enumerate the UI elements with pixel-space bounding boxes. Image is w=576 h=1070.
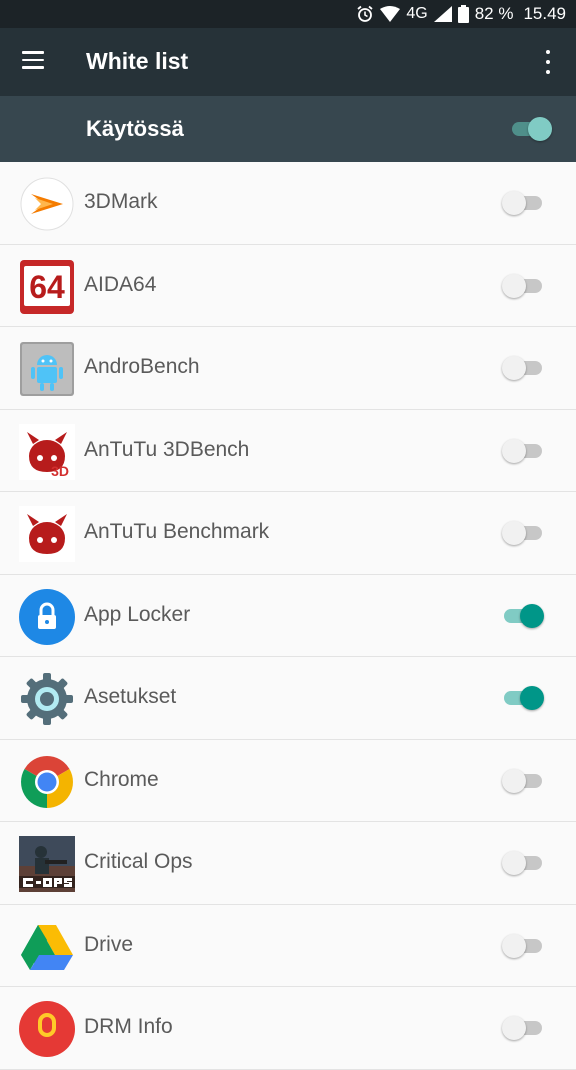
- list-item[interactable]: AndroBench: [0, 327, 576, 410]
- app-toggle-switch[interactable]: [502, 685, 546, 711]
- list-item[interactable]: 3D AnTuTu 3DBench: [0, 410, 576, 492]
- page-title: White list: [86, 48, 189, 74]
- app-toggle-switch[interactable]: [502, 933, 546, 959]
- aida64-icon: 64: [19, 259, 75, 315]
- app-bar: White list: [0, 28, 576, 96]
- antutu-benchmark-icon: [19, 506, 75, 562]
- svg-text:64: 64: [29, 269, 65, 305]
- app-toggle-switch[interactable]: [502, 850, 546, 876]
- app-toggle-switch[interactable]: [502, 603, 546, 629]
- master-toggle-label: Käytössä: [86, 116, 184, 141]
- battery-percent: 82 %: [474, 4, 514, 23]
- list-item[interactable]: Chrome: [0, 740, 576, 822]
- app-name: App Locker: [84, 602, 191, 626]
- master-toggle-bar[interactable]: Käytössä: [0, 96, 576, 162]
- battery-icon: [457, 5, 469, 23]
- list-item[interactable]: App Locker: [0, 575, 576, 657]
- chrome-icon: [19, 754, 75, 810]
- more-options-icon[interactable]: [538, 50, 558, 74]
- app-name: Asetukset: [84, 685, 177, 708]
- 3dmark-icon: [19, 176, 75, 232]
- app-name: AnTuTu 3DBench: [84, 437, 250, 461]
- list-item[interactable]: 3DMark: [0, 162, 576, 245]
- critical-ops-icon: [19, 836, 75, 892]
- svg-text:3D: 3D: [51, 463, 69, 479]
- drive-icon: [19, 919, 75, 975]
- list-item[interactable]: Critical Ops: [0, 822, 576, 905]
- drm-info-icon: [19, 1001, 75, 1057]
- network-type: 4G: [406, 5, 428, 22]
- status-bar: 4G 82 % 15.49: [0, 0, 576, 28]
- app-toggle-switch[interactable]: [502, 273, 546, 299]
- signal-icon: [433, 6, 452, 22]
- list-item[interactable]: AnTuTu Benchmark: [0, 492, 576, 575]
- alarm-icon: [356, 5, 374, 23]
- androbench-icon: [19, 341, 75, 397]
- app-locker-icon: [19, 588, 75, 645]
- app-name: DRM Info: [84, 1015, 173, 1038]
- app-list: 3DMark 64 AIDA64 AndroBench 3D AnTuTu 3D…: [0, 162, 576, 1070]
- app-toggle-switch[interactable]: [502, 355, 546, 381]
- app-name: AnTuTu Benchmark: [84, 520, 270, 543]
- app-name: Critical Ops: [84, 850, 193, 873]
- wifi-icon: [380, 6, 401, 22]
- settings-gear-icon: [19, 671, 75, 727]
- app-name: 3DMark: [84, 190, 158, 213]
- list-item[interactable]: Asetukset: [0, 657, 576, 740]
- hamburger-menu-icon[interactable]: [22, 51, 44, 69]
- list-item[interactable]: 64 AIDA64: [0, 245, 576, 327]
- app-toggle-switch[interactable]: [502, 438, 546, 464]
- app-name: Chrome: [84, 767, 159, 791]
- app-toggle-switch[interactable]: [502, 190, 546, 216]
- app-name: Drive: [84, 932, 134, 956]
- app-toggle-switch[interactable]: [502, 1015, 546, 1041]
- clock: 15.49: [523, 4, 566, 23]
- master-toggle-switch[interactable]: [510, 116, 554, 142]
- app-name: AndroBench: [84, 355, 200, 378]
- list-item[interactable]: DRM Info: [0, 987, 576, 1070]
- app-toggle-switch[interactable]: [502, 520, 546, 546]
- list-item[interactable]: Drive: [0, 905, 576, 987]
- antutu-3dbench-icon: 3D: [19, 423, 75, 480]
- app-name: AIDA64: [84, 272, 157, 296]
- app-toggle-switch[interactable]: [502, 768, 546, 794]
